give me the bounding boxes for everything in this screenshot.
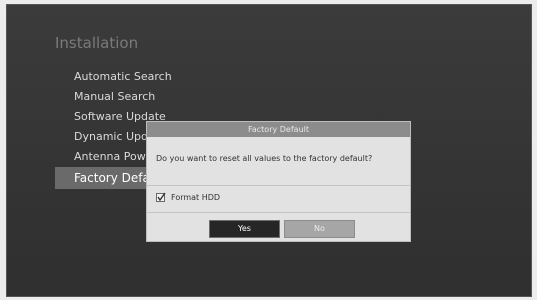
format-hdd-checkbox[interactable]	[156, 192, 166, 202]
yes-button[interactable]: Yes	[209, 220, 280, 238]
no-button[interactable]: No	[284, 220, 355, 238]
factory-default-dialog: Factory Default Do you want to reset all…	[147, 122, 410, 241]
checkmark-icon	[157, 192, 166, 202]
dialog-message: Do you want to reset all values to the f…	[156, 154, 373, 163]
format-hdd-checkbox-row[interactable]: Format HDD	[156, 192, 221, 202]
menu-item-automatic-search[interactable]: Automatic Search	[55, 67, 315, 87]
menu-item-manual-search[interactable]: Manual Search	[55, 87, 315, 107]
format-hdd-label: Format HDD	[171, 193, 221, 202]
tv-screen: Installation Automatic Search Manual Sea…	[6, 4, 532, 297]
dialog-title: Factory Default	[147, 122, 410, 137]
page-title: Installation	[55, 34, 139, 52]
dialog-divider	[147, 185, 410, 186]
dialog-divider	[147, 212, 410, 213]
